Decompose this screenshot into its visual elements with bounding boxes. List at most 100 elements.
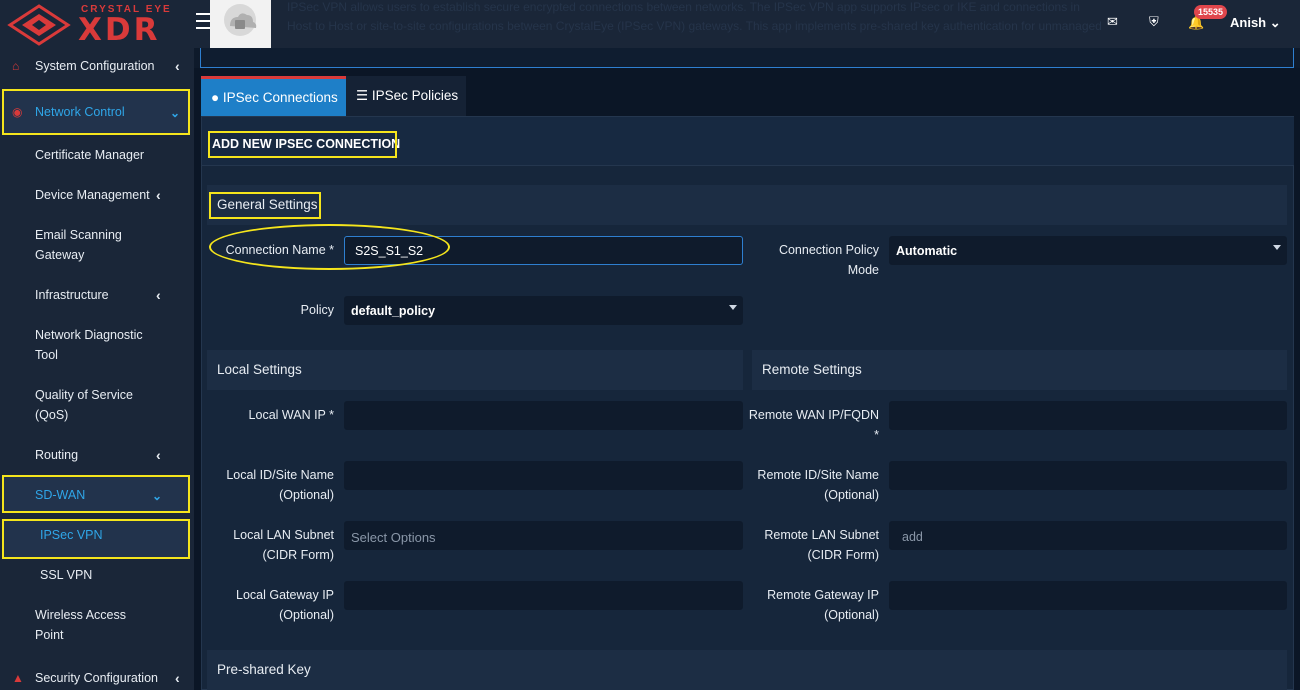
sidebar-item-label: SD-WAN: [35, 488, 86, 502]
chevron-left-icon: ‹: [156, 187, 161, 203]
notification-badge: 15535: [1194, 5, 1228, 19]
chevron-down-icon: ⌄: [1269, 15, 1281, 30]
general-settings-header: General Settings: [207, 185, 1287, 225]
sidebar-item-label: Certificate Manager: [35, 148, 145, 162]
local-wan-ip-label: Local WAN IP *: [248, 408, 334, 422]
sidebar-item-label: Security Configuration: [35, 671, 158, 685]
logo[interactable]: CRYSTAL EYE XDR: [0, 0, 194, 48]
sidebar-item-label: System Configuration: [35, 59, 155, 73]
label-line: (Optional): [279, 488, 334, 502]
label-line: (Optional): [824, 608, 879, 622]
local-gateway-input[interactable]: [344, 581, 743, 610]
sidebar-item-wireless-access-point[interactable]: Wireless Access Point: [0, 605, 194, 645]
sidebar-item-label: IPSec VPN: [40, 528, 103, 542]
label-line: Remote Gateway IP: [767, 588, 879, 602]
sidebar-item-network-control[interactable]: ◉ Network Control ⌄: [0, 102, 194, 122]
sidebar-item-system-configuration[interactable]: ⌂ System Configuration ‹: [0, 56, 194, 76]
remote-id-input[interactable]: [889, 461, 1287, 490]
remote-lan-subnet-tags-input[interactable]: add: [889, 521, 1287, 550]
app-info-card: [200, 48, 1294, 68]
local-gateway-label: Local Gateway IP (Optional): [212, 585, 334, 625]
brand-name: XDR: [78, 12, 161, 48]
sidebar-item-email-scanning-gateway[interactable]: Email Scanning Gateway: [0, 225, 194, 265]
remote-gateway-label: Remote Gateway IP (Optional): [742, 585, 879, 625]
sidebar-item-label: Email Scanning: [35, 228, 122, 242]
sidebar-item-label: Tool: [35, 348, 58, 362]
policy-select[interactable]: default_policy: [344, 296, 743, 325]
sidebar-item-quality-of-service[interactable]: Quality of Service (QoS): [0, 385, 194, 425]
sidebar: CRYSTAL EYE XDR ⌂ System Configuration ‹…: [0, 0, 194, 690]
connection-policy-mode-select[interactable]: Automatic: [889, 236, 1287, 265]
sidebar-item-label: Network Diagnostic: [35, 328, 143, 342]
remote-lan-label: Remote LAN Subnet (CIDR Form): [742, 525, 879, 565]
globe-icon: ●: [211, 90, 220, 105]
crystal-eye-logo-icon: [7, 4, 71, 46]
mail-icon[interactable]: ✉: [1107, 14, 1118, 30]
policy-label: Policy: [300, 303, 334, 317]
label-line: Remote ID/Site Name: [757, 468, 879, 482]
sidebar-item-label: Gateway: [35, 248, 85, 262]
app-icon-tile: [210, 0, 271, 55]
user-name: Anish: [1230, 15, 1267, 30]
label-line: *: [874, 428, 879, 442]
local-id-label: Local ID/Site Name (Optional): [212, 465, 334, 505]
label-line: Local Gateway IP: [236, 588, 334, 602]
cloud-lock-icon: [224, 4, 257, 36]
sidebar-item-label: Point: [35, 628, 64, 642]
tab-label: IPSec Connections: [222, 90, 338, 105]
sidebar-item-label: Device Management: [35, 188, 150, 202]
caret-down-icon: [729, 305, 737, 310]
label-line: Remote LAN Subnet: [764, 528, 879, 542]
sidebar-item-label: (QoS): [35, 408, 69, 422]
section-title: Remote Settings: [762, 362, 862, 377]
remote-wan-input[interactable]: [889, 401, 1287, 430]
tab-ipsec-policies[interactable]: ☰ IPSec Policies: [346, 76, 466, 116]
chevron-left-icon: ‹: [175, 58, 180, 74]
highlight-connection-name: [209, 224, 450, 270]
local-lan-subnet-multiselect[interactable]: Select Options: [344, 521, 743, 550]
chevron-down-icon: ⌄: [152, 489, 163, 503]
remote-settings-header: Remote Settings: [752, 350, 1287, 390]
app-description: IPSec VPN allows users to establish secu…: [287, 0, 1102, 33]
network-icon: ◉: [12, 105, 23, 119]
local-settings-header: Local Settings: [207, 350, 743, 390]
label-line: (CIDR Form): [262, 548, 334, 562]
tab-ipsec-connections[interactable]: ● IPSec Connections: [201, 76, 346, 116]
remote-gateway-input[interactable]: [889, 581, 1287, 610]
sidebar-item-label: Infrastructure: [35, 288, 109, 302]
chevron-down-icon: ⌄: [170, 106, 181, 120]
preshared-key-header: Pre-shared Key: [207, 650, 1287, 690]
placeholder-text: add: [902, 530, 923, 544]
section-title: Local Settings: [217, 362, 302, 377]
local-lan-label: Local LAN Subnet (CIDR Form): [212, 525, 334, 565]
tab-label: IPSec Policies: [371, 88, 459, 103]
sidebar-item-network-diagnostic-tool[interactable]: Network Diagnostic Tool: [0, 325, 194, 365]
highlight-panel-title: [208, 131, 397, 158]
sidebar-item-label: Quality of Service: [35, 388, 133, 402]
select-value: Automatic: [896, 244, 958, 258]
local-wan-ip-input[interactable]: [344, 401, 743, 430]
remote-id-label: Remote ID/Site Name (Optional): [742, 465, 879, 505]
label-line: Local LAN Subnet: [233, 528, 334, 542]
label-line: (CIDR Form): [807, 548, 879, 562]
select-value: default_policy: [351, 304, 436, 318]
label-line: Mode: [847, 263, 879, 277]
sidebar-item-label: Wireless Access: [35, 608, 126, 622]
chevron-left-icon: ‹: [156, 447, 161, 463]
local-id-input[interactable]: [344, 461, 743, 490]
chevron-left-icon: ‹: [175, 670, 180, 686]
caret-down-icon: [1273, 245, 1281, 250]
label-line: Connection Policy: [778, 243, 879, 257]
label-line: Local ID/Site Name: [226, 468, 334, 482]
home-icon: ⌂: [12, 59, 20, 73]
shield-icon[interactable]: ⛨: [1149, 14, 1159, 30]
shield-icon: ▲: [12, 671, 24, 685]
list-icon: ☰: [356, 88, 369, 103]
section-title: Pre-shared Key: [217, 662, 311, 677]
sidebar-item-label: Routing: [35, 448, 79, 462]
connection-policy-mode-label: Connection Policy Mode: [752, 240, 879, 280]
user-menu[interactable]: Anish ⌄: [1230, 15, 1281, 31]
sidebar-item-label: SSL VPN: [40, 568, 93, 582]
label-line: Remote WAN IP/FQDN: [748, 408, 879, 422]
label-line: (Optional): [824, 488, 879, 502]
